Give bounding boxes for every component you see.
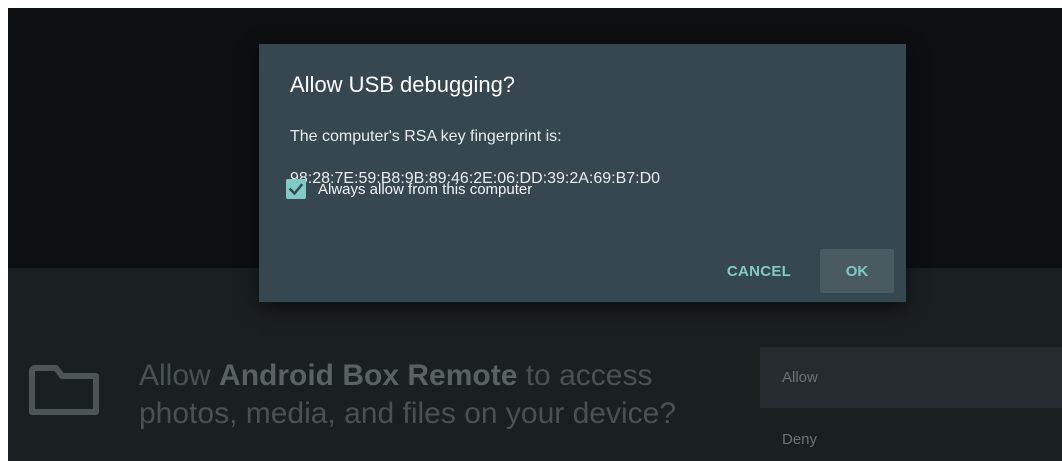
fingerprint-caption: The computer's RSA key fingerprint is: xyxy=(290,128,562,145)
deny-option-label: Deny xyxy=(782,431,818,448)
dialog-title: Allow USB debugging? xyxy=(290,72,516,97)
permission-message: Allow Android Box Remote to access photo… xyxy=(139,357,749,433)
always-allow-checkbox[interactable] xyxy=(286,179,306,199)
permission-deny-option[interactable]: Deny xyxy=(760,423,1062,461)
permission-text-before: Allow xyxy=(139,359,220,392)
checkmark-icon xyxy=(288,183,304,196)
allow-option-label: Allow xyxy=(782,369,818,386)
usb-debugging-dialog: Allow USB debugging? The computer's RSA … xyxy=(259,44,906,302)
ok-button[interactable]: OK xyxy=(820,249,894,293)
always-allow-label: Always allow from this computer xyxy=(318,180,533,198)
always-allow-row[interactable]: Always allow from this computer xyxy=(286,177,532,201)
permission-app-name: Android Box Remote xyxy=(219,359,518,392)
permission-allow-option[interactable]: Allow xyxy=(760,347,1062,408)
folder-icon xyxy=(29,365,99,415)
cancel-button[interactable]: CANCEL xyxy=(714,249,804,293)
tv-screen: Allow Android Box Remote to access photo… xyxy=(8,8,1062,461)
